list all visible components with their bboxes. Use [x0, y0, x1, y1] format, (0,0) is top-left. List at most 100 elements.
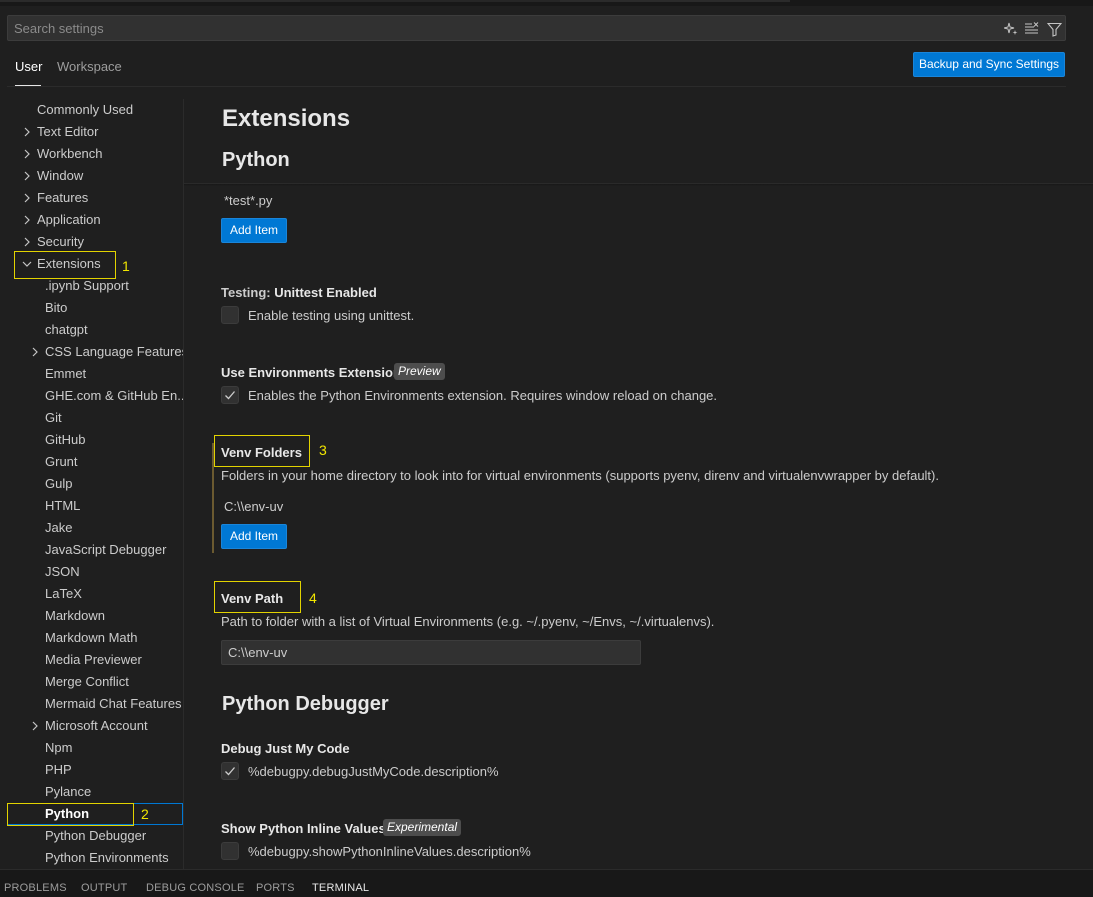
- toc-item[interactable]: Merge Conflict: [0, 671, 183, 693]
- toc-item[interactable]: .ipynb Support: [0, 275, 183, 297]
- toc-item[interactable]: Jake: [0, 517, 183, 539]
- toc-item-label: JavaScript Debugger: [45, 542, 167, 557]
- sparkle-icon[interactable]: [1002, 20, 1020, 38]
- toc-item[interactable]: Commonly Used: [0, 99, 183, 121]
- modified-indicator: [212, 443, 214, 553]
- panel-tab-output[interactable]: OUTPUT: [81, 870, 127, 897]
- toc-item[interactable]: LaTeX: [0, 583, 183, 605]
- toc-item-label: Pylance: [45, 784, 92, 799]
- toc-item[interactable]: Security: [0, 231, 183, 253]
- toc-item[interactable]: Extensions: [0, 253, 183, 275]
- toc-item[interactable]: Markdown Math: [0, 627, 183, 649]
- setting-title-unittest: Testing: Unittest Enabled: [221, 285, 377, 300]
- annotation-label-2: 2: [141, 806, 149, 822]
- env-extension-checkbox[interactable]: [221, 386, 239, 404]
- toc-item[interactable]: Emmet: [0, 363, 183, 385]
- chevron-down-icon: [22, 261, 32, 267]
- toc-item-label: GHE.com & GitHub En...: [45, 388, 183, 403]
- toc-item[interactable]: Window: [0, 165, 183, 187]
- setting-description: Enable testing using unittest.: [248, 308, 415, 323]
- tab-workspace[interactable]: Workspace: [57, 56, 122, 86]
- add-item-button[interactable]: Add Item: [221, 524, 288, 549]
- toc-item[interactable]: Grunt: [0, 451, 183, 473]
- toc-item-label: Merge Conflict: [45, 674, 129, 689]
- toc-item-label: Gulp: [45, 476, 73, 491]
- preview-badge: Preview: [394, 363, 445, 380]
- setting-title-just-my-code: Debug Just My Code: [221, 741, 350, 756]
- toc-item[interactable]: Gulp: [0, 473, 183, 495]
- toc-item[interactable]: PHP: [0, 759, 183, 781]
- setting-description: Folders in your home directory to look i…: [221, 468, 939, 483]
- toc-item[interactable]: Git: [0, 407, 183, 429]
- toc-item[interactable]: chatgpt: [0, 319, 183, 341]
- chevron-right-icon: [24, 127, 30, 137]
- sticky-header-divider: [184, 183, 1093, 184]
- toc-item-label: PHP: [45, 762, 72, 777]
- toc-item-label: Python Debugger: [45, 828, 147, 843]
- toc-item[interactable]: Python Debugger: [0, 825, 183, 847]
- panel-tab-debug-console[interactable]: DEBUG CONSOLE: [146, 870, 245, 897]
- chevron-right-icon: [32, 721, 38, 731]
- toc-item[interactable]: Python: [0, 803, 183, 825]
- panel-tab-bar: PROBLEMS OUTPUT DEBUG CONSOLE PORTS TERM…: [0, 869, 1093, 897]
- toc-item[interactable]: GHE.com & GitHub En...: [0, 385, 183, 407]
- toc-item[interactable]: Mermaid Chat Features: [0, 693, 183, 715]
- panel-tab-problems[interactable]: PROBLEMS: [4, 870, 67, 897]
- toc-item-label: Grunt: [45, 454, 78, 469]
- inline-values-checkbox[interactable]: [221, 842, 239, 860]
- toc-item[interactable]: GitHub: [0, 429, 183, 451]
- list-item[interactable]: C:\\env-uv: [224, 499, 283, 514]
- toc-item[interactable]: CSS Language Features: [0, 341, 183, 363]
- toc-item[interactable]: Bito: [0, 297, 183, 319]
- title-strip: [0, 0, 1093, 6]
- chevron-right-icon: [24, 193, 30, 203]
- toc-item[interactable]: HTML: [0, 495, 183, 517]
- toc-item[interactable]: Application: [0, 209, 183, 231]
- setting-description: %debugpy.debugJustMyCode.description%: [248, 764, 499, 779]
- toc-item[interactable]: Python Environments: [0, 847, 183, 869]
- toc-item-label: Git: [45, 410, 62, 425]
- setting-title-inline-values: Show Python Inline Values: [221, 821, 386, 836]
- toc-item-label: Extensions: [37, 256, 101, 271]
- toc-item-label: Python: [45, 806, 90, 821]
- chevron-right-icon: [24, 215, 30, 225]
- toc-item-label: Mermaid Chat Features: [45, 696, 182, 711]
- panel-tab-ports[interactable]: PORTS: [256, 870, 295, 897]
- toc-item[interactable]: Features: [0, 187, 183, 209]
- toc-item-label: Media Previewer: [45, 652, 142, 667]
- setting-description: Path to folder with a list of Virtual En…: [221, 614, 715, 629]
- venv-path-input[interactable]: [221, 640, 641, 665]
- just-my-code-checkbox[interactable]: [221, 762, 239, 780]
- experimental-badge: Experimental: [383, 819, 462, 836]
- toc-item[interactable]: Npm: [0, 737, 183, 759]
- toc-item[interactable]: Microsoft Account: [0, 715, 183, 737]
- tab-user[interactable]: User: [15, 56, 42, 86]
- setting-title-venv-path: Venv Path: [221, 591, 284, 606]
- toc-item[interactable]: JavaScript Debugger: [0, 539, 183, 561]
- search-input[interactable]: [14, 19, 974, 37]
- section-title-python-debugger: Python Debugger: [222, 693, 389, 715]
- toc-item-label: chatgpt: [45, 322, 88, 337]
- toc-item-label: Python Environments: [45, 850, 169, 865]
- toc-item[interactable]: JSON: [0, 561, 183, 583]
- toc-item[interactable]: Markdown: [0, 605, 183, 627]
- clear-filter-list-icon[interactable]: [1023, 20, 1041, 38]
- chevron-right-icon: [24, 171, 30, 181]
- chevron-right-icon: [24, 149, 30, 159]
- panel-tab-terminal[interactable]: TERMINAL: [312, 870, 369, 897]
- toc-item[interactable]: Text Editor: [0, 121, 183, 143]
- add-item-button[interactable]: Add Item: [221, 218, 288, 243]
- backup-sync-button[interactable]: Backup and Sync Settings: [913, 52, 1065, 77]
- toc-item[interactable]: Pylance: [0, 781, 183, 803]
- section-title-python: Python: [222, 149, 290, 171]
- toc-item-label: HTML: [45, 498, 81, 513]
- checkmark-icon: [225, 391, 235, 400]
- toc-item[interactable]: Workbench: [0, 143, 183, 165]
- list-item[interactable]: *test*.py: [224, 193, 272, 208]
- setting-title-venv-folders: Venv Folders: [221, 445, 302, 460]
- unittest-checkbox[interactable]: [221, 306, 239, 324]
- setting-title-env-extension: Use Environments Extension: [221, 365, 401, 380]
- toc-item-label: Markdown Math: [45, 630, 138, 645]
- filter-icon[interactable]: [1045, 20, 1063, 38]
- toc-item[interactable]: Media Previewer: [0, 649, 183, 671]
